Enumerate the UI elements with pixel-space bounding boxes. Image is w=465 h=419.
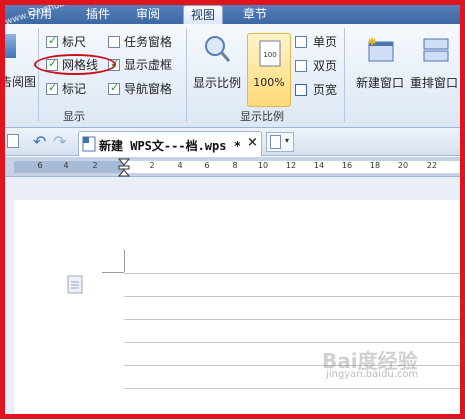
checkbox-icon [46, 33, 58, 49]
grid-line [124, 342, 465, 343]
ruler-tick: 14 [313, 161, 325, 170]
tab-sections[interactable]: 章节 [236, 5, 274, 24]
wps-doc-icon [82, 136, 96, 152]
zoom-button[interactable]: 显示比例 [190, 30, 244, 104]
new-window-icon: ✱ [368, 37, 394, 62]
text-margin-marker [124, 250, 125, 272]
highlight-ellipse [34, 54, 116, 75]
document-page[interactable] [14, 200, 465, 419]
group-separator [38, 28, 39, 122]
ruler-tick: 2 [149, 161, 155, 170]
new-window-button[interactable]: ✱ 新建窗口 [350, 30, 410, 104]
tab-view[interactable]: 视图 [183, 5, 223, 24]
grid-line [124, 273, 465, 274]
document-tab-bar: ↶ ↷ 新建 WPS文---档.wps * × ▾ [0, 128, 465, 156]
zoom-100-button[interactable]: 100 100% [247, 33, 291, 107]
ruler-tick: 10 [257, 161, 269, 170]
grid-line [124, 388, 465, 389]
group-separator [186, 28, 187, 122]
svg-text:100: 100 [263, 51, 276, 59]
ruler-tick: 20 [397, 161, 409, 170]
page-width-icon [295, 84, 307, 96]
single-page-icon [295, 36, 307, 48]
checkbox-icon [108, 36, 120, 48]
undo-icon[interactable]: ↶ [33, 132, 46, 151]
new-doc-icon [270, 135, 281, 149]
ruler-tick: 12 [285, 161, 297, 170]
redo-icon[interactable]: ↷ [53, 132, 66, 151]
show-frame-label: 显示虚框 [124, 58, 173, 72]
ruler-tick: 6 [204, 161, 210, 170]
rearrange-window-label: 重排窗口 [410, 76, 459, 90]
double-page-label: 双页 [313, 59, 338, 73]
tab-plugins[interactable]: 插件 [80, 5, 116, 24]
new-tab-button[interactable]: ▾ [266, 132, 294, 152]
document-icon [67, 275, 83, 294]
nav-pane-label: 导航窗格 [124, 82, 173, 96]
page-width-label: 页宽 [313, 83, 338, 97]
tab-review[interactable]: 审阅 [128, 5, 168, 24]
group-separator [344, 28, 345, 122]
reading-layout-label[interactable]: 告阅图 [0, 73, 36, 90]
magnifier-icon [205, 36, 231, 62]
close-tab-icon[interactable]: × [247, 135, 258, 150]
chevron-down-icon: ▾ [285, 136, 290, 145]
svg-text:✱: ✱ [368, 37, 376, 48]
rearrange-window-button[interactable]: 重排窗口 [410, 30, 465, 104]
reading-layout-icon [0, 34, 16, 58]
horizontal-ruler: 6 4 2 2 4 6 8 10 12 14 16 18 20 22 [0, 157, 465, 177]
ruler-tick: 18 [369, 161, 381, 170]
new-window-label: 新建窗口 [355, 76, 404, 90]
document-tab-title: 新建 WPS文---档.wps * [99, 139, 241, 153]
ruler-tick: 4 [63, 161, 69, 170]
ruler-tick: 8 [232, 161, 238, 170]
document-tab[interactable]: 新建 WPS文---档.wps * × [78, 131, 262, 156]
ruler-tick: 22 [426, 161, 438, 170]
text-margin-marker [102, 272, 124, 273]
indent-marker[interactable] [118, 158, 130, 177]
double-page-icon [295, 60, 307, 72]
ruler-tick: 16 [341, 161, 353, 170]
zoom-label: 显示比例 [192, 76, 241, 90]
ruler-label: 标尺 [62, 35, 87, 49]
zoom-100-label: 100% [253, 76, 285, 89]
page-100-icon: 100 [259, 40, 281, 67]
baidu-watermark-url: jingyan.baidu.com [326, 369, 419, 380]
rearrange-window-icon [423, 38, 449, 62]
grid-line [124, 296, 465, 297]
zoom-group-label: 显示比例 [240, 110, 284, 123]
single-page-label: 单页 [313, 35, 338, 49]
ruler-tick: 4 [177, 161, 183, 170]
markup-label: 标记 [62, 82, 87, 96]
checkbox-icon [108, 80, 120, 96]
ruler-tick: 6 [37, 161, 43, 170]
show-group-label: 显示 [63, 110, 85, 123]
ribbon-panel: 告阅图 标尺 网格线 标记 任务窗格 显示虚框 导航窗格 显示 显示比例 [0, 24, 465, 128]
document-area: Bai度经验 jingyan.baidu.com [0, 177, 465, 419]
ruler-tick: 2 [92, 161, 98, 170]
tab-list-icon[interactable] [7, 134, 19, 148]
checkbox-icon [46, 80, 58, 96]
task-pane-label: 任务窗格 [124, 35, 173, 49]
grid-line [124, 319, 465, 320]
